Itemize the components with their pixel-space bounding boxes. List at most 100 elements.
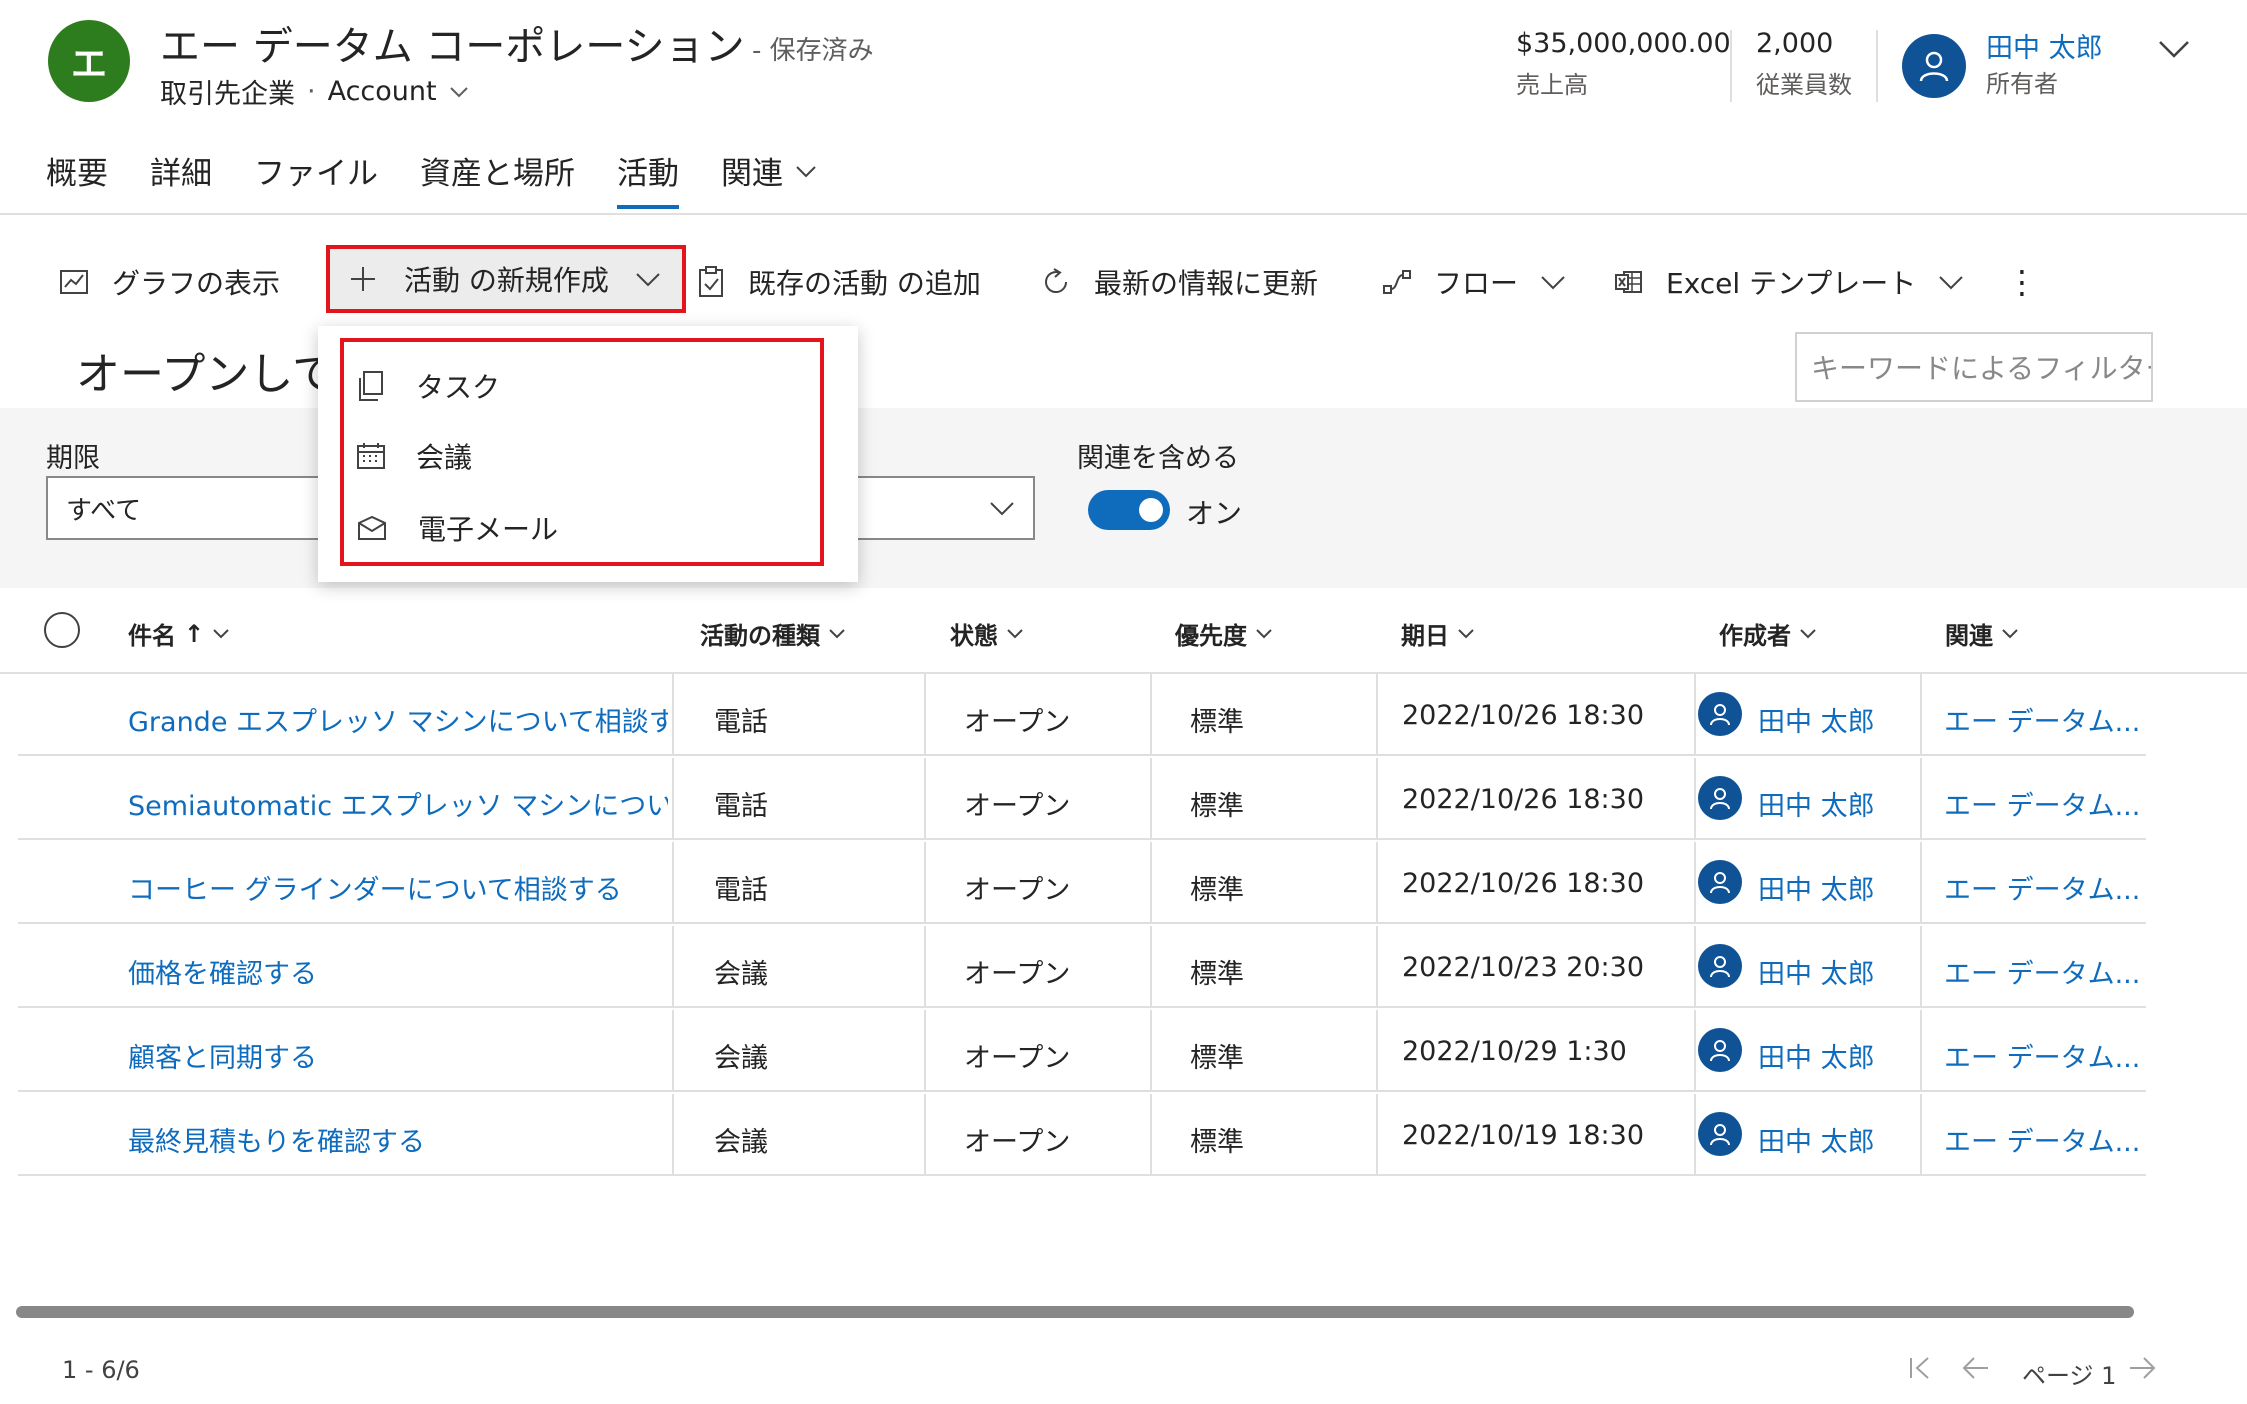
owner-link[interactable]: 田中 太郎 bbox=[1758, 1120, 1875, 1159]
subject-link[interactable]: 最終見積もりを確認する bbox=[128, 1120, 668, 1159]
column-divider bbox=[924, 926, 926, 1006]
menu-item-task-label: タスク bbox=[416, 371, 501, 404]
form-selector[interactable]: Account bbox=[328, 76, 469, 107]
plus-icon bbox=[351, 267, 375, 291]
chevron-down-icon bbox=[449, 86, 468, 97]
flow-button[interactable]: フロー bbox=[1382, 262, 1566, 302]
owner-avatar bbox=[1698, 1112, 1742, 1156]
tab-related[interactable]: 関連 bbox=[721, 148, 817, 209]
owner-link[interactable]: 田中 太郎 bbox=[1758, 784, 1875, 823]
column-divider bbox=[1376, 842, 1378, 922]
first-page-icon[interactable] bbox=[1906, 1354, 1934, 1382]
record-count: 1 - 6/6 bbox=[62, 1356, 140, 1384]
table-row[interactable]: 価格を確認する 会議 オープン 標準 2022/10/23 20:30 田中 太… bbox=[18, 924, 2146, 1008]
menu-item-task[interactable]: タスク bbox=[356, 360, 500, 412]
add-existing-activity-button[interactable]: 既存の活動 の追加 bbox=[696, 262, 981, 302]
menu-item-appointment[interactable]: 会議 bbox=[356, 430, 472, 482]
activity-type-cell: 電話 bbox=[714, 875, 768, 906]
status-cell: オープン bbox=[964, 1043, 1071, 1074]
column-header-subject[interactable]: 件名 ↑ bbox=[128, 616, 230, 651]
subtitle-separator: · bbox=[307, 76, 316, 107]
add-existing-activity-label: 既存の活動 の追加 bbox=[748, 267, 981, 300]
column-divider bbox=[1150, 926, 1152, 1006]
expand-header-chevron-icon[interactable] bbox=[2156, 32, 2192, 68]
owner-link[interactable]: 田中 太郎 bbox=[1758, 1036, 1875, 1075]
owner-avatar[interactable] bbox=[1902, 34, 1966, 98]
due-filter-label: 期限 bbox=[46, 443, 100, 474]
regarding-link[interactable]: エー データム... bbox=[1944, 1120, 2144, 1159]
activity-type-filter-select[interactable] bbox=[840, 476, 1035, 540]
keyword-filter-input[interactable]: キーワードによるフィルター bbox=[1795, 332, 2153, 402]
tab-assets-locations[interactable]: 資産と場所 bbox=[420, 148, 575, 209]
status-cell: オープン bbox=[964, 791, 1071, 822]
column-divider bbox=[1694, 1094, 1696, 1174]
kpi-employees: 2,000 従業員数 bbox=[1756, 28, 1852, 100]
status-cell: オープン bbox=[964, 1127, 1071, 1158]
column-divider bbox=[672, 842, 674, 922]
include-related-toggle[interactable] bbox=[1088, 490, 1170, 530]
due-filter-select[interactable]: すべて bbox=[46, 476, 336, 540]
owner-name-link[interactable]: 田中 太郎 bbox=[1986, 26, 2103, 65]
column-header-owner[interactable]: 作成者 bbox=[1719, 616, 1817, 651]
activity-type-cell: 電話 bbox=[714, 707, 768, 738]
sort-ascending-icon: ↑ bbox=[184, 619, 205, 648]
tab-summary[interactable]: 概要 bbox=[46, 148, 108, 209]
subject-link[interactable]: 価格を確認する bbox=[128, 952, 668, 991]
tab-related-label: 関連 bbox=[721, 156, 783, 192]
column-owner-label: 作成者 bbox=[1719, 622, 1791, 650]
regarding-link[interactable]: エー データム... bbox=[1944, 952, 2144, 991]
regarding-link[interactable]: エー データム... bbox=[1944, 1036, 2144, 1075]
status-cell: オープン bbox=[964, 959, 1071, 990]
view-title[interactable]: オープンして bbox=[76, 338, 336, 402]
excel-templates-button[interactable]: Excel テンプレート bbox=[1614, 262, 1964, 302]
show-chart-button[interactable]: グラフの表示 bbox=[58, 262, 280, 302]
menu-item-email[interactable]: 電子メール bbox=[356, 502, 558, 554]
table-row[interactable]: 最終見積もりを確認する 会議 オープン 標準 2022/10/19 18:30 … bbox=[18, 1092, 2146, 1176]
person-icon bbox=[1710, 704, 1730, 726]
owner-link[interactable]: 田中 太郎 bbox=[1758, 952, 1875, 991]
owner-avatar bbox=[1698, 1028, 1742, 1072]
priority-cell: 標準 bbox=[1190, 875, 1244, 906]
column-header-status[interactable]: 状態 bbox=[950, 616, 1024, 651]
refresh-button[interactable]: 最新の情報に更新 bbox=[1040, 262, 1318, 302]
tab-files[interactable]: ファイル bbox=[254, 148, 378, 209]
person-icon bbox=[1710, 788, 1730, 810]
tab-activities[interactable]: 活動 bbox=[617, 148, 679, 209]
horizontal-scrollbar[interactable] bbox=[16, 1306, 2134, 1318]
chevron-down-icon bbox=[1800, 628, 1816, 638]
subject-link[interactable]: コーヒー グラインダーについて相談する bbox=[128, 868, 668, 907]
table-row[interactable]: 顧客と同期する 会議 オープン 標準 2022/10/29 1:30 田中 太郎… bbox=[18, 1008, 2146, 1092]
regarding-link[interactable]: エー データム... bbox=[1944, 700, 2144, 739]
table-row[interactable]: Semiautomatic エスプレッソ マシンについて... 電話 オープン … bbox=[18, 756, 2146, 840]
tab-details[interactable]: 詳細 bbox=[150, 148, 212, 209]
next-page-icon[interactable] bbox=[2126, 1354, 2158, 1382]
owner-link[interactable]: 田中 太郎 bbox=[1758, 868, 1875, 907]
column-regarding-label: 関連 bbox=[1945, 622, 1993, 650]
kpi-employees-label: 従業員数 bbox=[1756, 71, 1852, 99]
column-divider bbox=[1150, 758, 1152, 838]
person-icon bbox=[1710, 1124, 1730, 1146]
owner-link[interactable]: 田中 太郎 bbox=[1758, 700, 1875, 739]
column-subject-label: 件名 bbox=[128, 622, 176, 650]
column-divider bbox=[672, 1094, 674, 1174]
subject-link[interactable]: Semiautomatic エスプレッソ マシンについて... bbox=[128, 784, 668, 823]
priority-cell: 標準 bbox=[1190, 791, 1244, 822]
subject-link[interactable]: 顧客と同期する bbox=[128, 1036, 668, 1075]
save-status: - 保存済み bbox=[752, 36, 874, 66]
table-row[interactable]: Grande エスプレッソ マシンについて相談する 電話 オープン 標準 202… bbox=[18, 672, 2146, 756]
activity-type-cell: 会議 bbox=[714, 1043, 768, 1074]
column-header-activity-type[interactable]: 活動の種類 bbox=[700, 616, 846, 651]
subject-link[interactable]: Grande エスプレッソ マシンについて相談する bbox=[128, 700, 668, 739]
more-commands-button[interactable]: ⋮ bbox=[2006, 262, 2038, 302]
table-row[interactable]: コーヒー グラインダーについて相談する 電話 オープン 標準 2022/10/2… bbox=[18, 840, 2146, 924]
regarding-link[interactable]: エー データム... bbox=[1944, 868, 2144, 907]
column-header-regarding[interactable]: 関連 bbox=[1945, 616, 2019, 651]
new-activity-button[interactable]: 活動 の新規作成 bbox=[326, 245, 686, 313]
column-header-due-date[interactable]: 期日 bbox=[1401, 616, 1475, 651]
column-header-priority[interactable]: 優先度 bbox=[1175, 616, 1273, 651]
regarding-link[interactable]: エー データム... bbox=[1944, 784, 2144, 823]
column-divider bbox=[672, 1010, 674, 1090]
record-header: エ エー データム コーポレーション - 保存済み 取引先企業 · Accoun… bbox=[0, 0, 2247, 215]
select-all-checkbox[interactable] bbox=[44, 612, 80, 648]
previous-page-icon[interactable] bbox=[1960, 1354, 1992, 1382]
